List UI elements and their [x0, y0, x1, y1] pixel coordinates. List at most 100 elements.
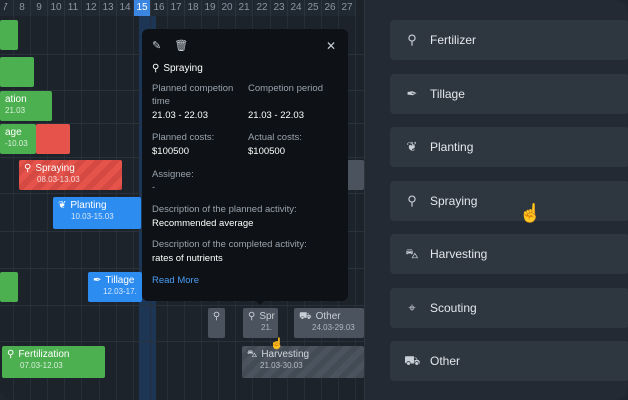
actual-costs-value: $100500: [248, 146, 285, 157]
activity-details-popup: ✎ 🗑 ✕ ⚲ Spraying Planned competion time C…: [142, 29, 348, 301]
spraying-icon: ⚲: [24, 163, 32, 174]
planned-completion-value: 21.03 - 22.03: [152, 110, 208, 121]
activity-type-label: Spraying: [430, 194, 478, 208]
bar-dates: 21.: [261, 323, 273, 332]
completion-period-label: Competion period: [248, 83, 323, 94]
bar-dates: 24.03-29.03: [312, 323, 355, 332]
activity-bar[interactable]: [0, 57, 34, 87]
timeline: 7 8 9 10 11 12 13 14 15 16 17 18 19 20 21 22 23 24 25 26 27 …: [0, 0, 364, 400]
bar-title: age: [5, 127, 22, 138]
day-header-cell: 17: [168, 0, 185, 16]
spraying-icon: ⚲: [212, 311, 221, 322]
activity-type-scouting[interactable]: ⌖ Scouting: [390, 288, 628, 328]
grid-row-line: [0, 305, 364, 306]
bar-dates: 12.03-17.: [103, 287, 137, 296]
hand-cursor-icon: ☝: [519, 203, 542, 223]
grid-column-line: [355, 16, 356, 400]
bar-title: Spr: [259, 311, 275, 322]
fertilizer-icon: ⚲: [407, 32, 417, 47]
tillage-icon: ✒: [406, 86, 418, 101]
bar-title: Harvesting: [261, 349, 310, 360]
trash-icon[interactable]: 🗑: [174, 40, 188, 52]
day-header-cell: 24: [288, 0, 305, 16]
close-icon[interactable]: ✕: [326, 39, 336, 53]
activity-bar-spraying-small[interactable]: ⚲ Spr 21.: [243, 308, 278, 338]
day-header-cell: 9: [31, 0, 48, 16]
popup-title: Spraying: [163, 63, 203, 74]
app-frame: 7 8 9 10 11 12 13 14 15 16 17 18 19 20 21 22 23 24 25 26 27 …: [0, 0, 628, 400]
activity-type-fertilizer[interactable]: ⚲ Fertilizer: [390, 20, 628, 60]
harvesting-icon: ⛍: [405, 246, 419, 261]
day-header-cell: 12: [83, 0, 100, 16]
bar-dates: 08.03-13.03: [37, 175, 80, 184]
activity-type-label: Scouting: [430, 301, 477, 315]
activity-type-label: Fertilizer: [430, 33, 477, 47]
completed-desc-value: rates of nutrients: [152, 253, 223, 264]
activity-type-label: Tillage: [430, 87, 465, 101]
activity-bar[interactable]: [36, 124, 70, 154]
day-header-cell: 26: [322, 0, 339, 16]
activity-bar-harvesting[interactable]: ⛍ Harvesting 21.03-30.03: [242, 346, 364, 378]
bar-title: Other: [315, 311, 341, 322]
activity-bar[interactable]: age -10.03: [0, 124, 36, 154]
activity-bar[interactable]: ation 21.03: [0, 91, 52, 121]
scouting-icon: ⌖: [408, 300, 416, 315]
planned-desc-value: Recommended average: [152, 218, 254, 229]
activity-bar[interactable]: [0, 272, 18, 302]
tractor-icon: ⛟: [404, 353, 421, 368]
spraying-icon: ⚲: [248, 311, 256, 322]
assignee-value: -: [152, 182, 156, 193]
bar-title: ation: [5, 94, 27, 105]
planned-costs-label: Planned costs:: [152, 132, 215, 143]
activity-bar[interactable]: ⚲: [208, 308, 225, 338]
tillage-icon: ✒: [93, 275, 102, 286]
spraying-icon: ⚲: [407, 193, 417, 208]
activity-bar[interactable]: [0, 20, 18, 50]
completed-desc-label: Description of the completed activity:: [152, 239, 307, 250]
grid-row-line: [0, 341, 364, 342]
day-header-cell: 20: [219, 0, 236, 16]
bar-dates: 07.03-12.03: [20, 361, 63, 370]
activity-type-tillage[interactable]: ✒ Tillage: [390, 74, 628, 114]
popup-arrow: [254, 299, 266, 305]
day-header-cell: 7: [0, 0, 14, 16]
planned-costs-value: $100500: [152, 146, 189, 157]
completion-period-value: 21.03 - 22.03: [248, 110, 304, 121]
activity-type-label: Planting: [430, 140, 474, 154]
day-header-cell: 13: [100, 0, 117, 16]
activity-bar-other[interactable]: ⛟ Other 24.03-29.03: [294, 308, 364, 338]
activity-type-label: Other: [430, 354, 461, 368]
activity-type-harvesting[interactable]: ⛍ Harvesting: [390, 234, 628, 274]
day-header-cell: 21: [236, 0, 253, 16]
tractor-icon: ⛟: [299, 311, 312, 322]
activity-bar-tillage[interactable]: ✒ Tillage 12.03-17.: [88, 272, 142, 302]
bar-dates: 21.03: [5, 106, 26, 115]
activity-bar-spraying[interactable]: ⚲ Spraying 08.03-13.03: [19, 160, 122, 190]
activity-type-planting[interactable]: ❦ Planting: [390, 127, 628, 167]
day-header-cell: 19: [202, 0, 219, 16]
activity-type-panel: ⚲ Fertilizer ✒ Tillage ❦ Planting ⚲ Spra…: [364, 0, 628, 400]
day-header-cell: 27: [339, 0, 356, 16]
day-header-cell: 18: [185, 0, 202, 16]
activity-type-other[interactable]: ⛟ Other: [390, 341, 628, 381]
actual-costs-label: Actual costs:: [248, 132, 302, 143]
activity-bar[interactable]: [346, 160, 364, 190]
harvesting-icon: ⛍: [247, 349, 258, 360]
bar-dates: 10.03-15.03: [71, 212, 114, 221]
read-more-link[interactable]: Read More: [152, 275, 199, 286]
day-header-cell: 22: [254, 0, 271, 16]
activity-bar-planting[interactable]: ❦ Planting 10.03-15.03: [53, 197, 141, 229]
activity-bar-fertilization[interactable]: ⚲ Fertilization 07.03-12.03: [2, 346, 105, 378]
day-header-cell: 23: [271, 0, 288, 16]
planting-icon: ❦: [406, 139, 418, 154]
hand-cursor-icon: ☝: [270, 338, 284, 350]
pencil-icon[interactable]: ✎: [152, 40, 161, 52]
day-header-cell: 11: [65, 0, 82, 16]
activity-type-spraying[interactable]: ⚲ Spraying: [390, 181, 628, 221]
planned-completion-label: Planned competion time: [152, 83, 234, 107]
day-header-cell: 10: [48, 0, 65, 16]
day-header-cell: 16: [151, 0, 168, 16]
assignee-label: Assignee:: [152, 169, 194, 180]
bar-title: Fertilization: [18, 349, 70, 360]
day-header-cell: 15: [134, 0, 151, 16]
